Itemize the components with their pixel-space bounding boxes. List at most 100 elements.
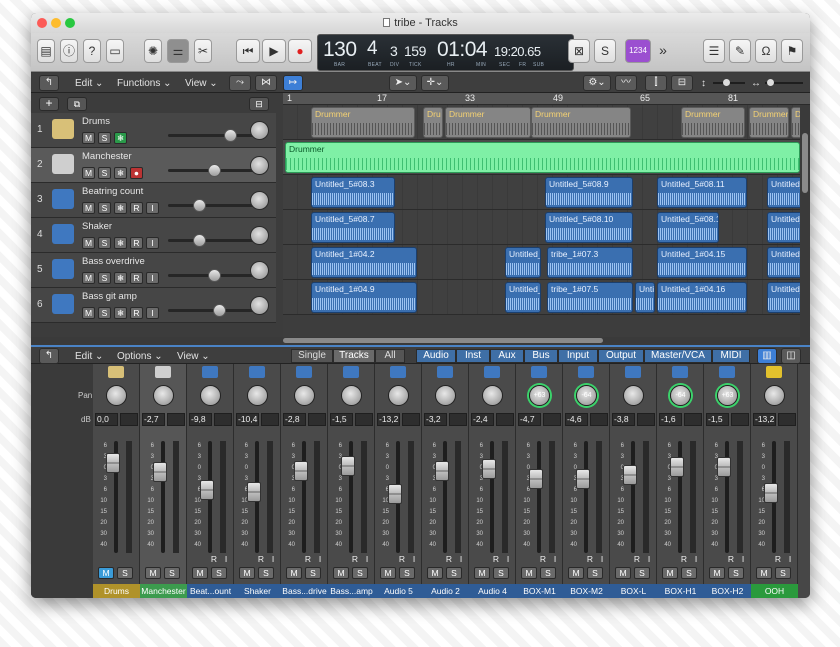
solo-button[interactable]: S bbox=[98, 307, 111, 319]
solo-button[interactable]: S bbox=[446, 567, 462, 579]
input-monitor-button[interactable]: I bbox=[597, 554, 607, 565]
mute-button[interactable]: M bbox=[82, 202, 95, 214]
pan-knob[interactable] bbox=[623, 385, 644, 406]
record-button[interactable]: ● bbox=[288, 39, 312, 63]
channel-strip[interactable]: -10,4630361015203040RIMSShaker bbox=[234, 364, 281, 598]
region[interactable]: Unti bbox=[635, 282, 655, 313]
input-monitor-button[interactable]: I bbox=[691, 554, 701, 565]
fader-track[interactable] bbox=[490, 441, 494, 553]
channel-strip[interactable]: -2,7630361015203040MSManchester bbox=[140, 364, 187, 598]
fader-track[interactable] bbox=[443, 441, 447, 553]
volume-slider[interactable] bbox=[168, 164, 254, 177]
vertical-zoom-thumb[interactable] bbox=[723, 79, 730, 86]
mute-button[interactable]: M bbox=[709, 567, 725, 579]
pan-knob[interactable] bbox=[153, 385, 174, 406]
solo-button[interactable]: S bbox=[728, 567, 744, 579]
record-enable-button[interactable]: R bbox=[130, 272, 143, 284]
wide-strips-button[interactable]: ◫ bbox=[781, 348, 801, 364]
volume-db-readout[interactable]: -13,2 bbox=[377, 413, 400, 426]
input-monitor-button[interactable]: I bbox=[315, 554, 325, 565]
record-enable-button[interactable]: R bbox=[491, 554, 501, 565]
volume-thumb[interactable] bbox=[193, 199, 206, 212]
mute-button[interactable]: M bbox=[521, 567, 537, 579]
track-name[interactable]: Bass git amp bbox=[82, 291, 137, 302]
region[interactable]: Drummer bbox=[681, 107, 745, 138]
volume-fader[interactable] bbox=[576, 469, 590, 489]
track-lane[interactable]: Untitled_1#04.2 Untitled_ tribe_1#07.3 Unti… bbox=[283, 245, 800, 280]
fader-track[interactable] bbox=[584, 441, 588, 553]
horizontal-scroll-thumb[interactable] bbox=[283, 338, 603, 343]
track-header[interactable]: 5 Bass overdrive M S ❄ R I bbox=[31, 253, 276, 288]
bar-ruler[interactable]: 1 17 33 49 65 81 bbox=[283, 93, 810, 105]
track-name[interactable]: Beatring count bbox=[82, 186, 143, 197]
channel-name[interactable]: BOX-H2 bbox=[704, 584, 751, 598]
volume-fader[interactable] bbox=[106, 453, 120, 473]
channel-strip[interactable]: -3,2630361015203040RIMSAudio 2 bbox=[422, 364, 469, 598]
record-enable-button[interactable]: R bbox=[303, 554, 313, 565]
volume-db-readout[interactable]: -3,2 bbox=[424, 413, 447, 426]
input-monitor-button[interactable]: I bbox=[146, 272, 159, 284]
channel-name[interactable]: Audio 5 bbox=[375, 584, 422, 598]
volume-slider[interactable] bbox=[168, 199, 254, 212]
mute-button[interactable]: M bbox=[82, 167, 95, 179]
pan-knob[interactable] bbox=[250, 296, 269, 315]
volume-slider[interactable] bbox=[168, 129, 254, 142]
pan-knob[interactable] bbox=[250, 191, 269, 210]
catch-button[interactable]: ↦ bbox=[283, 75, 303, 91]
volume-thumb[interactable] bbox=[208, 269, 221, 282]
record-enable-button[interactable]: R bbox=[130, 237, 143, 249]
volume-db-readout[interactable]: -2,4 bbox=[471, 413, 494, 426]
region[interactable]: Untitled_5 bbox=[767, 212, 800, 243]
region[interactable]: Untitled_5#08.1 bbox=[657, 212, 719, 243]
region[interactable]: Drummer bbox=[791, 107, 800, 138]
solo-button[interactable]: S bbox=[98, 202, 111, 214]
view-menu[interactable]: View ⌄ bbox=[185, 76, 218, 91]
solo-button[interactable]: S bbox=[540, 567, 556, 579]
input-monitor-button[interactable]: I bbox=[146, 202, 159, 214]
type-inst[interactable]: Inst bbox=[456, 349, 490, 363]
mute-button[interactable]: M bbox=[239, 567, 255, 579]
duplicate-track-button[interactable]: ⧉ bbox=[67, 97, 87, 111]
volume-fader[interactable] bbox=[623, 465, 637, 485]
type-input[interactable]: Input bbox=[558, 349, 598, 363]
channel-strip[interactable]: -2,4630361015203040RIMSAudio 4 bbox=[469, 364, 516, 598]
volume-db-readout[interactable]: -1,6 bbox=[659, 413, 682, 426]
region[interactable]: Drummer bbox=[445, 107, 531, 138]
channel-strip[interactable]: -13,2630361015203040RIMSAudio 5 bbox=[375, 364, 422, 598]
track-lane[interactable]: Drummer bbox=[283, 140, 800, 175]
volume-db-readout[interactable]: -2,7 bbox=[142, 413, 165, 426]
volume-slider[interactable] bbox=[168, 234, 254, 247]
filter-all[interactable]: All bbox=[375, 349, 405, 363]
add-track-button[interactable]: + bbox=[39, 97, 59, 111]
volume-thumb[interactable] bbox=[208, 164, 221, 177]
go-to-beginning-button[interactable]: ⏮ bbox=[236, 39, 260, 63]
volume-fader[interactable] bbox=[341, 456, 355, 476]
track-header[interactable]: 6 Bass git amp M S ❄ R I bbox=[31, 288, 276, 323]
volume-thumb[interactable] bbox=[224, 129, 237, 142]
solo-button[interactable]: S bbox=[634, 567, 650, 579]
channel-name[interactable]: Drums bbox=[93, 584, 140, 598]
list-editors-button[interactable]: ☰ bbox=[703, 39, 725, 63]
solo-button[interactable]: S bbox=[587, 567, 603, 579]
mute-button[interactable]: M bbox=[756, 567, 772, 579]
pan-knob[interactable] bbox=[435, 385, 456, 406]
library-button[interactable]: ▤ bbox=[37, 39, 55, 63]
solo-button[interactable]: S bbox=[305, 567, 321, 579]
pan-knob[interactable] bbox=[247, 385, 268, 406]
channel-strip[interactable]: -64-1,6630361015203040RIMSBOX-H1 bbox=[657, 364, 704, 598]
volume-db-readout[interactable]: -9,8 bbox=[189, 413, 212, 426]
volume-thumb[interactable] bbox=[213, 304, 226, 317]
input-monitor-button[interactable]: I bbox=[550, 554, 560, 565]
record-enable-button[interactable]: R bbox=[632, 554, 642, 565]
mute-button[interactable]: M bbox=[427, 567, 443, 579]
close-window-button[interactable] bbox=[37, 18, 47, 28]
zoom-window-button[interactable] bbox=[65, 18, 75, 28]
region[interactable]: Untitled_1#04.2 bbox=[311, 247, 417, 278]
mixer-view-menu[interactable]: View ⌄ bbox=[177, 349, 210, 364]
pencil-tool-menu[interactable]: ✛⌄ bbox=[421, 75, 449, 91]
waveform-zoom-button[interactable]: 〰 bbox=[615, 75, 637, 91]
mute-button[interactable]: M bbox=[82, 237, 95, 249]
track-lane[interactable]: DrummerDruDrummerDrummerDrummerDrummerDr… bbox=[283, 105, 800, 140]
channel-name[interactable]: OOH bbox=[751, 584, 798, 598]
region[interactable]: Drummer bbox=[531, 107, 631, 138]
